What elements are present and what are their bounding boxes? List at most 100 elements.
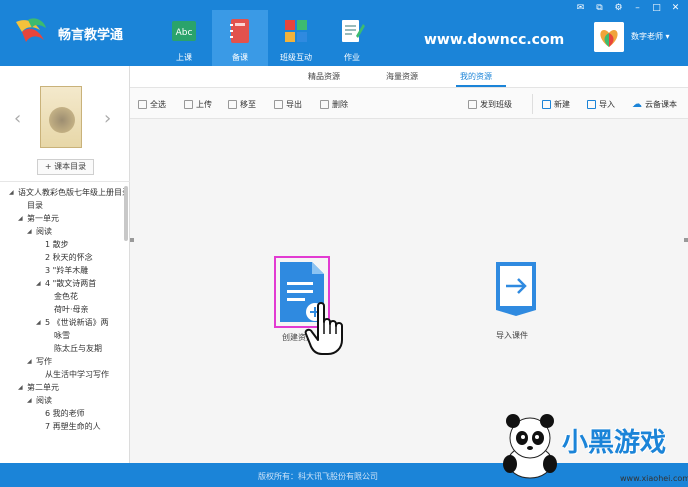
avatar (594, 22, 624, 52)
tree-node-label: 7 再塑生命的人 (45, 422, 101, 431)
nav-teach[interactable]: Abc 上课 (156, 10, 212, 66)
resource-toolbar: 全选 上传 移至 导出 删除 发到班级 新建 导入 ☁ 云备课本 (130, 88, 688, 119)
delete-button[interactable]: 删除 (320, 98, 348, 110)
main-nav: Abc 上课 备课 班级互动 作业 (156, 10, 380, 66)
tab-my-resources[interactable]: 我的资源 (460, 71, 492, 82)
nav-prepare[interactable]: 备课 (212, 10, 268, 66)
window-controls: ✉ ⧉ ⚙ – □ ✕ (574, 2, 682, 14)
import-file-icon (496, 262, 536, 316)
expand-triangle-icon[interactable]: ◢ (27, 394, 32, 407)
top-header: 畅言教学通 Abc 上课 备课 班级互动 作业 www.downcc.com ✉… (0, 0, 688, 66)
import-button[interactable]: 导入 (587, 98, 615, 110)
tree-node[interactable]: 咏雪 (0, 329, 126, 342)
settings-icon[interactable]: ⚙ (612, 2, 625, 14)
tree-node[interactable]: 目录 (0, 199, 126, 212)
expand-triangle-icon[interactable]: ◢ (27, 225, 32, 238)
site-watermark-url: www.downcc.com (424, 32, 565, 48)
tree-node-label: 语文人教彩色版七年级上册目录 (18, 188, 126, 197)
tree-node[interactable]: ◢ 第二单元 (0, 381, 126, 394)
expand-triangle-icon[interactable]: ◢ (9, 186, 14, 199)
tree-scrollbar[interactable] (124, 186, 128, 241)
tree-node[interactable]: ◢ 阅读 (0, 225, 126, 238)
nav-class-interaction[interactable]: 班级互动 (268, 10, 324, 66)
tree-node[interactable]: ◢ 写作 (0, 355, 126, 368)
tree-node-label: 目录 (27, 201, 43, 210)
tree-node[interactable]: ◢ 阅读 (0, 394, 126, 407)
tree-node[interactable]: 2 秋天的怀念 (0, 251, 126, 264)
expand-triangle-icon[interactable]: ◢ (18, 381, 23, 394)
tree-node[interactable]: 3 "羚羊木雕 (0, 264, 126, 277)
export-icon (274, 99, 283, 109)
cloud-icon: ☁ (632, 98, 642, 110)
new-button[interactable]: 新建 (542, 98, 570, 110)
tree-node-label: 3 "羚羊木雕 (45, 266, 89, 275)
tab-premium-resources[interactable]: 精品资源 (308, 71, 340, 82)
logo-bird-icon (16, 18, 46, 42)
tree-node[interactable]: 金色花 (0, 290, 126, 303)
tree-node[interactable]: 6 我的老师 (0, 407, 126, 420)
upload-icon (184, 99, 193, 109)
minimize-icon[interactable]: – (631, 2, 644, 14)
upload-button[interactable]: 上传 (184, 98, 212, 110)
site-watermark-logo: 小黑游戏 www.xiaohei.com (500, 408, 688, 487)
app-logo: 畅言教学通 (14, 14, 134, 50)
resize-handle-left[interactable] (130, 238, 134, 242)
toc-button[interactable]: + 课本目录 (37, 159, 94, 175)
tree-node[interactable]: 陈太丘与友期 (0, 342, 126, 355)
svg-text:Abc: Abc (176, 28, 193, 38)
chevron-left-icon[interactable]: ‹ (14, 108, 21, 129)
move-to-button[interactable]: 移至 (228, 98, 256, 110)
tree-node-label: 阅读 (36, 227, 52, 236)
tree-node-label: 第二单元 (27, 383, 59, 392)
tree-node[interactable]: ◢ 5 《世说新语》两 (0, 316, 126, 329)
delete-label: 删除 (332, 99, 348, 109)
hand-cursor-icon (304, 302, 343, 355)
tab-massive-resources[interactable]: 海量资源 (386, 71, 418, 82)
edit-doc-icon (342, 20, 365, 42)
expand-triangle-icon[interactable]: ◢ (36, 277, 41, 290)
tree-node[interactable]: 荷叶·母亲 (0, 303, 126, 316)
nav-class-interaction-label: 班级互动 (280, 53, 312, 62)
book-cover-illustration (49, 107, 75, 133)
export-button[interactable]: 导出 (274, 98, 302, 110)
notebook-icon (230, 19, 249, 43)
tree-node[interactable]: ◢ 第一单元 (0, 212, 126, 225)
main-area: 精品资源 海量资源 我的资源 全选 上传 移至 导出 删除 发到班级 新建 导入… (130, 66, 688, 463)
chevron-right-icon[interactable]: › (104, 108, 111, 129)
expand-triangle-icon[interactable]: ◢ (18, 212, 23, 225)
tree-node-label: 1 散步 (45, 240, 69, 249)
expand-triangle-icon[interactable]: ◢ (27, 355, 32, 368)
export-label: 导出 (286, 99, 302, 109)
mail-icon[interactable]: ✉ (574, 2, 587, 14)
maximize-icon[interactable]: □ (650, 2, 663, 14)
book-cover[interactable] (40, 86, 82, 148)
user-name: 数字老师 ▾ (631, 32, 670, 41)
tree-node[interactable]: 从生活中学习写作 (0, 368, 126, 381)
nav-homework[interactable]: 作业 (324, 10, 380, 66)
tree-node-label: 咏雪 (54, 331, 70, 340)
import-icon (587, 99, 596, 109)
tree-node[interactable]: 7 再塑生命的人 (0, 420, 126, 433)
close-icon[interactable]: ✕ (669, 2, 682, 14)
user-profile[interactable]: 数字老师 ▾ (594, 22, 682, 52)
tree-node[interactable]: ◢ 4 "散文诗两首 (0, 277, 126, 290)
tree-node[interactable]: ◢ 语文人教彩色版七年级上册目录 (0, 186, 126, 199)
move-icon (228, 99, 237, 109)
left-panel: ‹ › + 课本目录 ◢ 语文人教彩色版七年级上册目录 目录 ◢ 第一单元 ◢ 阅读 1 散步… (0, 66, 130, 463)
send-to-class-button[interactable]: 发到班级 (468, 98, 512, 110)
app-logo-text: 畅言教学通 (58, 28, 124, 43)
active-tab-indicator (456, 85, 506, 87)
move-to-label: 移至 (240, 99, 256, 109)
restore-icon[interactable]: ⧉ (593, 2, 606, 14)
cloud-lesson-button[interactable]: ☁ 云备课本 (632, 98, 677, 110)
tree-node-label: 2 秋天的怀念 (45, 253, 93, 262)
resize-handle-right[interactable] (684, 238, 688, 242)
book-selector: ‹ › + 课本目录 (0, 66, 130, 182)
tree-node[interactable]: 1 散步 (0, 238, 126, 251)
import-courseware-card[interactable]: 导入课件 (492, 260, 548, 340)
toolbar-divider (532, 94, 533, 114)
cloud-lesson-label: 云备课本 (645, 99, 677, 109)
tree-node-label: 陈太丘与友期 (54, 344, 102, 353)
select-all-checkbox[interactable]: 全选 (138, 98, 166, 110)
expand-triangle-icon[interactable]: ◢ (36, 316, 41, 329)
